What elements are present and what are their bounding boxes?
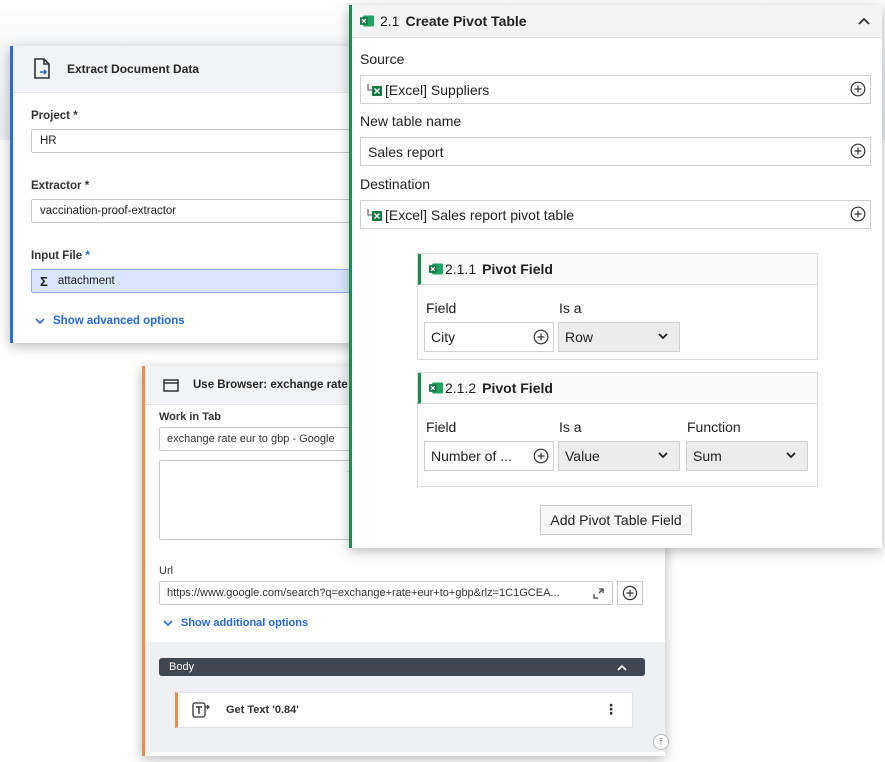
pivot-field-header-1[interactable]: 2.1.1 Pivot Field [418,254,817,285]
kebab-icon[interactable]: ⋮ [604,701,618,718]
source-label: Source [360,51,405,67]
chevron-down-icon [786,452,796,459]
required-mark: * [73,110,78,122]
url-field[interactable]: https://www.google.com/search?q=exchange… [159,581,613,605]
input-file-label-text: Input File [31,250,83,262]
plus-circle-icon [622,585,638,601]
browser-preview-area: → [159,460,359,540]
field-input[interactable]: Number of ... [424,441,554,471]
excel-variable-icon [367,208,382,221]
required-mark: * [84,180,90,192]
chevron-down-icon [658,333,668,340]
input-file-value: attachment [57,275,115,287]
destination-value: [Excel] Sales report pivot table [385,206,575,223]
variable-icon: Σ [40,273,48,289]
expand-icon[interactable] [593,588,604,599]
extractor-value: vaccination-proof-extractor [40,205,177,217]
excel-icon [360,15,374,27]
is-a-dropdown[interactable]: Value [558,441,680,471]
add-pivot-table-field-button[interactable]: Add Pivot Table Field [540,505,692,535]
chevron-down-icon [163,619,173,626]
url-add-button[interactable] [617,581,643,605]
chevron-up-icon[interactable] [858,17,870,25]
show-advanced-options-label: Show advanced options [53,315,185,327]
is-a-label: Is a [559,419,582,435]
show-advanced-options-link[interactable]: Show advanced options [35,315,185,327]
required-mark: * [85,250,90,262]
scroll-top-icon[interactable]: ⤒ [653,734,669,750]
project-label: Project * [31,110,78,122]
extract-document-data-card: Extract Document Data Project * HR Extra… [10,46,371,343]
function-label: Function [687,419,741,435]
plus-circle-icon[interactable] [850,143,866,159]
is-a-value: Row [565,329,594,345]
excel-icon [429,382,443,394]
plus-circle-icon[interactable] [850,81,866,97]
source-field[interactable]: [Excel] Suppliers [360,75,871,104]
chevron-up-icon [617,664,627,671]
pivot-field-title: Pivot Field [482,380,553,396]
destination-label: Destination [360,176,431,192]
create-pivot-table-card: 2.1 Create Pivot Table Source [Excel] Sup… [349,5,882,548]
pivot-field-card-2: 2.1.2 Pivot Field Field Is a Function Num… [417,372,818,487]
new-table-name-value: Sales report [368,143,444,160]
field-label: Field [426,300,457,316]
is-a-label: Is a [559,300,582,316]
work-in-tab-field[interactable]: exchange rate eur to gbp - Google [159,427,359,451]
pivot-field-title: Pivot Field [482,261,553,277]
work-in-tab-label: Work in Tab [159,411,221,423]
project-value: HR [40,135,57,147]
plus-circle-icon[interactable] [533,329,549,345]
chevron-down-icon [35,317,45,324]
browser-title: Use Browser: exchange rate [193,379,348,391]
url-label: Url [159,565,174,577]
get-text-icon [192,702,210,718]
get-text-label: Get Text '0.84' [226,704,299,716]
show-additional-options-label: Show additional options [181,617,309,629]
extract-title: Extract Document Data [67,62,200,76]
field-value: City [431,329,456,345]
chevron-down-icon [658,452,668,459]
is-a-value: Value [565,448,600,464]
excel-variable-icon [367,83,382,96]
field-value: Number of ... [431,448,512,464]
document-icon [34,58,50,79]
input-file-field[interactable]: Σ attachment [31,269,371,293]
pivot-field-card-1: 2.1.1 Pivot Field Field Is a City Row [417,253,818,360]
plus-circle-icon[interactable] [850,206,866,222]
extractor-field[interactable]: vaccination-proof-extractor [31,199,371,223]
input-file-label: Input File * [31,250,90,262]
body-section-header[interactable]: Body [159,658,645,676]
field-label: Field [426,419,457,435]
get-text-activity[interactable]: Get Text '0.84' ⋮ [175,692,633,728]
pivot-number: 2.1 [380,13,400,29]
project-field[interactable]: HR [31,129,371,153]
field-input[interactable]: City [424,322,554,352]
extract-header[interactable]: Extract Document Data [13,46,363,93]
pivot-title: Create Pivot Table [405,13,527,29]
extractor-label-text: Extractor [31,180,82,192]
new-table-name-field[interactable]: Sales report [360,137,871,166]
project-label-text: Project [31,110,70,122]
new-table-name-label: New table name [360,113,462,129]
plus-circle-icon[interactable] [533,448,549,464]
body-label: Body [169,661,195,673]
excel-icon [429,263,443,275]
function-value: Sum [693,448,722,464]
work-in-tab-value: exchange rate eur to gbp - Google [167,433,335,445]
show-additional-options-link[interactable]: Show additional options [163,617,308,629]
function-dropdown[interactable]: Sum [686,441,808,471]
pivot-field-header-2[interactable]: 2.1.2 Pivot Field [418,373,817,404]
extractor-label: Extractor * [31,180,89,192]
url-value: https://www.google.com/search?q=exchange… [167,587,560,599]
browser-window-icon [163,378,179,392]
pivot-field-number: 2.1.2 [445,380,477,396]
destination-field[interactable]: [Excel] Sales report pivot table [360,200,871,229]
is-a-dropdown[interactable]: Row [558,322,680,352]
source-value: [Excel] Suppliers [385,81,490,98]
pivot-header[interactable]: 2.1 Create Pivot Table [352,5,882,38]
pivot-field-number: 2.1.1 [445,261,477,277]
